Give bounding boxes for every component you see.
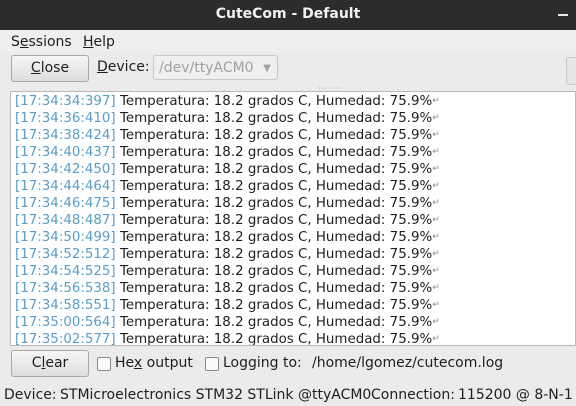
line-end-icon: ↵ [432, 181, 440, 191]
line-end-icon: ↵ [432, 317, 440, 327]
line-end-icon: ↵ [432, 96, 440, 106]
device-combobox[interactable]: /dev/ttyACM0 ▼ [153, 55, 278, 80]
line-end-icon: ↵ [432, 300, 440, 310]
line-timestamp: [17:34:36:410] [15, 111, 116, 126]
device-combobox-value: /dev/ttyACM0 [159, 60, 254, 76]
line-end-icon: ↵ [432, 113, 440, 123]
output-line: [17:35:00:564] Temperatura: 18.2 grados … [15, 314, 440, 331]
output-line: [17:34:40:437] Temperatura: 18.2 grados … [15, 144, 440, 161]
line-message: Temperatura: 18.2 grados C, Humedad: 75.… [119, 315, 433, 330]
line-timestamp: [17:34:34:397] [15, 94, 116, 109]
hex-output-label: Hex output [115, 355, 193, 371]
status-device-value: STMicroelectronics STM32 STLink @ttyACM0 [60, 387, 372, 403]
output-line: [17:34:36:410] Temperatura: 18.2 grados … [15, 110, 440, 127]
line-end-icon: ↵ [432, 164, 440, 174]
line-timestamp: [17:34:38:424] [15, 128, 116, 143]
line-end-icon: ↵ [432, 334, 440, 344]
menu-sessions[interactable]: Sessions [11, 34, 72, 50]
output-line: [17:34:50:499] Temperatura: 18.2 grados … [15, 229, 440, 246]
minimize-icon[interactable] [558, 14, 568, 16]
line-message: Temperatura: 18.2 grados C, Humedad: 75.… [119, 213, 433, 228]
line-timestamp: [17:34:44:464] [15, 179, 116, 194]
line-message: Temperatura: 18.2 grados C, Humedad: 75.… [119, 162, 433, 177]
window-title: CuteCom - Default [215, 6, 361, 22]
line-timestamp: [17:35:02:577] [15, 332, 116, 346]
output-line: [17:34:34:397] Temperatura: 18.2 grados … [15, 93, 440, 110]
log-path[interactable]: /home/lgomez/cutecom.log [312, 355, 503, 371]
line-message: Temperatura: 18.2 grados C, Humedad: 75.… [119, 230, 433, 245]
line-message: Temperatura: 18.2 grados C, Humedad: 75.… [119, 111, 433, 126]
bottom-bar: Clear Hex output Logging to: /home/lgome… [0, 348, 576, 380]
line-message: Temperatura: 18.2 grados C, Humedad: 75.… [119, 281, 433, 296]
status-connection-label: Connection: [371, 387, 455, 403]
output-line: [17:34:54:525] Temperatura: 18.2 grados … [15, 263, 440, 280]
status-device-label: Device: [4, 387, 57, 403]
line-timestamp: [17:34:42:450] [15, 162, 116, 177]
output-line: [17:34:52:512] Temperatura: 18.2 grados … [15, 246, 440, 263]
line-message: Temperatura: 18.2 grados C, Humedad: 75.… [119, 145, 433, 160]
line-timestamp: [17:34:48:487] [15, 213, 116, 228]
close-button[interactable]: Close [11, 55, 89, 82]
line-end-icon: ↵ [432, 215, 440, 225]
chevron-down-icon: ▼ [263, 63, 271, 74]
output-line: [17:35:02:577] Temperatura: 18.2 grados … [15, 331, 440, 346]
clear-button[interactable]: Clear [11, 350, 89, 377]
status-bar: Device: STMicroelectronics STM32 STLink … [0, 384, 576, 406]
line-end-icon: ↵ [432, 266, 440, 276]
line-message: Temperatura: 18.2 grados C, Humedad: 75.… [119, 298, 433, 313]
line-timestamp: [17:34:50:499] [15, 230, 116, 245]
menu-bar: Sessions Help [0, 30, 576, 52]
line-timestamp: [17:34:58:551] [15, 298, 116, 313]
line-message: Temperatura: 18.2 grados C, Humedad: 75.… [119, 179, 433, 194]
line-message: Temperatura: 18.2 grados C, Humedad: 75.… [119, 264, 433, 279]
line-end-icon: ↵ [432, 198, 440, 208]
line-timestamp: [17:34:56:538] [15, 281, 116, 296]
line-message: Temperatura: 18.2 grados C, Humedad: 75.… [119, 332, 433, 346]
title-bar: CuteCom - Default [0, 0, 576, 30]
line-end-icon: ↵ [432, 147, 440, 157]
output-line: [17:34:58:551] Temperatura: 18.2 grados … [15, 297, 440, 314]
line-end-icon: ↵ [432, 232, 440, 242]
line-message: Temperatura: 18.2 grados C, Humedad: 75.… [119, 196, 433, 211]
output-panel[interactable]: [17:34:34:397] Temperatura: 18.2 grados … [10, 91, 576, 346]
device-label: Device: [97, 59, 150, 75]
logging-label: Logging to: [223, 355, 302, 371]
line-timestamp: [17:35:00:564] [15, 315, 116, 330]
toolbar-overflow-button[interactable] [566, 57, 576, 85]
line-timestamp: [17:34:54:525] [15, 264, 116, 279]
line-message: Temperatura: 18.2 grados C, Humedad: 75.… [119, 94, 433, 109]
line-timestamp: [17:34:46:475] [15, 196, 116, 211]
line-message: Temperatura: 18.2 grados C, Humedad: 75.… [119, 247, 433, 262]
line-timestamp: [17:34:52:512] [15, 247, 116, 262]
output-line: [17:34:42:450] Temperatura: 18.2 grados … [15, 161, 440, 178]
output-line: [17:34:46:475] Temperatura: 18.2 grados … [15, 195, 440, 212]
line-end-icon: ↵ [432, 249, 440, 259]
line-end-icon: ↵ [432, 283, 440, 293]
line-message: Temperatura: 18.2 grados C, Humedad: 75.… [119, 128, 433, 143]
menu-help[interactable]: Help [83, 34, 115, 50]
output-line: [17:34:38:424] Temperatura: 18.2 grados … [15, 127, 440, 144]
output-line: [17:34:48:487] Temperatura: 18.2 grados … [15, 212, 440, 229]
line-timestamp: [17:34:40:437] [15, 145, 116, 160]
output-line: [17:34:44:464] Temperatura: 18.2 grados … [15, 178, 440, 195]
logging-checkbox[interactable] [205, 357, 219, 371]
output-line: [17:34:56:538] Temperatura: 18.2 grados … [15, 280, 440, 297]
toolbar: Close Device: /dev/ttyACM0 ▼ [0, 52, 576, 88]
hex-output-checkbox[interactable] [97, 357, 111, 371]
line-end-icon: ↵ [432, 130, 440, 140]
status-connection-value: 115200 @ 8-N-1 [458, 387, 573, 403]
